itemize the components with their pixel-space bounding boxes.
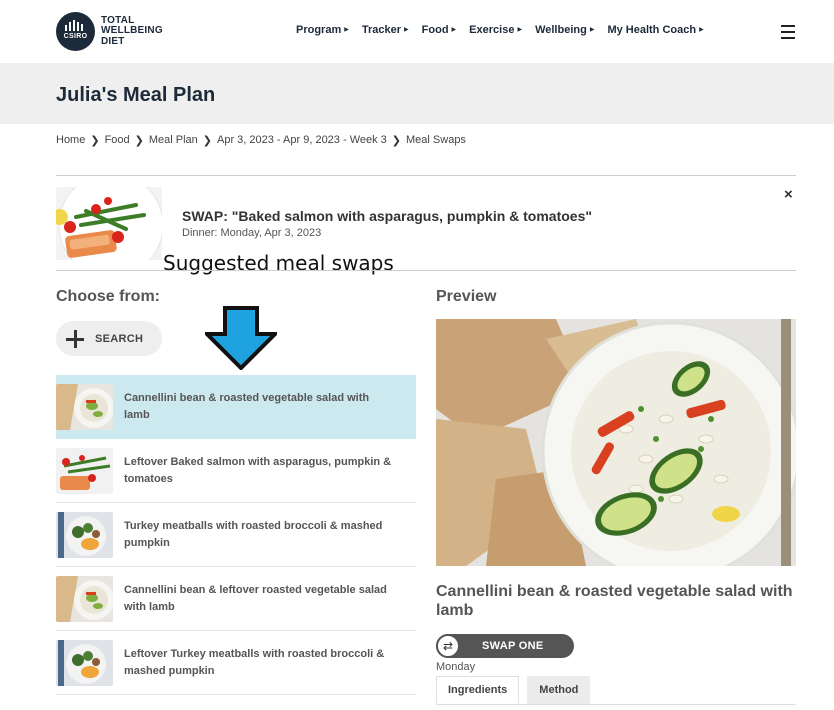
nav-item-wellbeing[interactable]: Wellbeing ▶ [535,24,594,36]
list-item-label: Leftover Baked salmon with asparagus, pu… [124,455,392,485]
salad-thumbnail [56,383,113,430]
nav-label: Food [421,24,449,36]
nav-item-tracker[interactable]: Tracker ▶ [362,24,409,36]
caret-right-icon: ▶ [404,27,409,33]
meatballs-thumbnail [56,511,113,558]
breadcrumb-meal-plan[interactable]: Meal Plan [149,134,198,147]
breadcrumb-meal-swaps: Meal Swaps [406,134,466,146]
down-arrow-icon [205,306,277,370]
logo-line-3: DIET [101,35,125,47]
tab-ingredients[interactable]: Ingredients [436,676,520,704]
search-button[interactable]: SEARCH [56,321,162,356]
nav-label: Tracker [361,24,402,36]
caret-right-icon: ▶ [517,27,523,33]
title-band: Julia's Meal Plan [0,63,834,124]
nav-item-food[interactable]: Food ▶ [422,24,457,36]
choose-from-heading: Choose from: [56,288,160,305]
divider [56,175,796,176]
breadcrumb-food[interactable]: Food [105,134,130,147]
list-item-label: Turkey meatballs with roasted broccoli &… [124,519,383,549]
nav-label: Exercise [469,24,515,36]
divider [56,270,796,271]
recipe-tabs: Ingredients Method [436,676,591,704]
close-icon[interactable]: × [784,186,793,203]
list-item[interactable]: Leftover Turkey meatballs with roasted b… [56,631,416,695]
preview-heading: Preview [436,288,497,305]
nav-item-health-coach[interactable]: My Health Coach ▶ [607,24,703,36]
swap-arrows-icon: ⇄ [436,634,460,658]
nav-item-program[interactable]: Program ▶ [296,24,349,36]
current-meal-image [56,187,162,260]
day-label: Monday [436,661,476,673]
salad-thumbnail [56,575,113,622]
caret-right-icon: ▶ [699,27,704,33]
logo-circle-text: CSIRO [63,33,88,40]
tabs-underline [436,704,796,705]
nav-label: My Health Coach [607,24,697,36]
swap-one-label: SWAP ONE [482,640,544,652]
chevron-right-icon: ❯ [90,135,100,147]
list-item[interactable]: Cannellini bean & roasted vegetable sala… [56,375,416,439]
list-item-label: Cannellini bean & roasted vegetable sala… [124,391,370,421]
list-item[interactable]: Cannellini bean & leftover roasted veget… [56,567,416,631]
breadcrumb: Home ❯ Food ❯ Meal Plan ❯ Apr 3, 2023 - … [56,134,466,147]
swap-subtitle: Dinner: Monday, Apr 3, 2023 [182,227,322,239]
chevron-right-icon: ❯ [391,135,402,147]
caret-right-icon: ▶ [344,27,349,33]
list-item-label: Cannellini bean & leftover roasted veget… [124,583,387,613]
list-item-label: Leftover Turkey meatballs with roasted b… [124,647,385,677]
swap-one-button[interactable]: ⇄ SWAP ONE [436,634,574,658]
annotation-text: Suggested meal swaps [163,251,394,275]
hamburger-menu-icon[interactable] [781,25,795,39]
site-logo[interactable]: CSIRO TOTAL WELLBEING DIET [56,12,163,51]
tab-method[interactable]: Method [527,676,591,704]
nav-item-exercise[interactable]: Exercise ▶ [469,24,522,36]
nav-label: Program [296,24,342,36]
page-title: Julia's Meal Plan [56,84,216,106]
meatballs-thumbnail [56,639,113,686]
caret-right-icon: ▶ [451,27,457,33]
chevron-right-icon: ❯ [202,135,212,147]
list-item[interactable]: Turkey meatballs with roasted broccoli &… [56,503,416,567]
csiro-logo-icon: CSIRO [56,12,95,51]
search-button-label: SEARCH [95,332,144,345]
logo-wordmark: TOTAL WELLBEING DIET [101,15,163,48]
nav-label: Wellbeing [535,24,587,36]
preview-image [436,319,796,566]
chevron-right-icon: ❯ [134,135,144,147]
salmon-thumbnail [56,447,113,494]
preview-recipe-title: Cannellini bean & roasted vegetable sala… [436,583,793,619]
site-header: CSIRO TOTAL WELLBEING DIET Program ▶ Trac… [0,0,834,63]
breadcrumb-home[interactable]: Home [56,134,85,147]
swap-options-list: Cannellini bean & roasted vegetable sala… [56,375,416,695]
swap-title: SWAP: "Baked salmon with asparagus, pump… [182,208,593,224]
list-item[interactable]: Leftover Baked salmon with asparagus, pu… [56,439,416,503]
main-nav: Program ▶ Tracker ▶ Food ▶ Exercise ▶ Wellbe… [296,24,717,36]
breadcrumb-week[interactable]: Apr 3, 2023 - Apr 9, 2023 - Week 3 [217,134,387,147]
plus-icon [66,329,84,348]
caret-right-icon: ▶ [589,27,595,33]
